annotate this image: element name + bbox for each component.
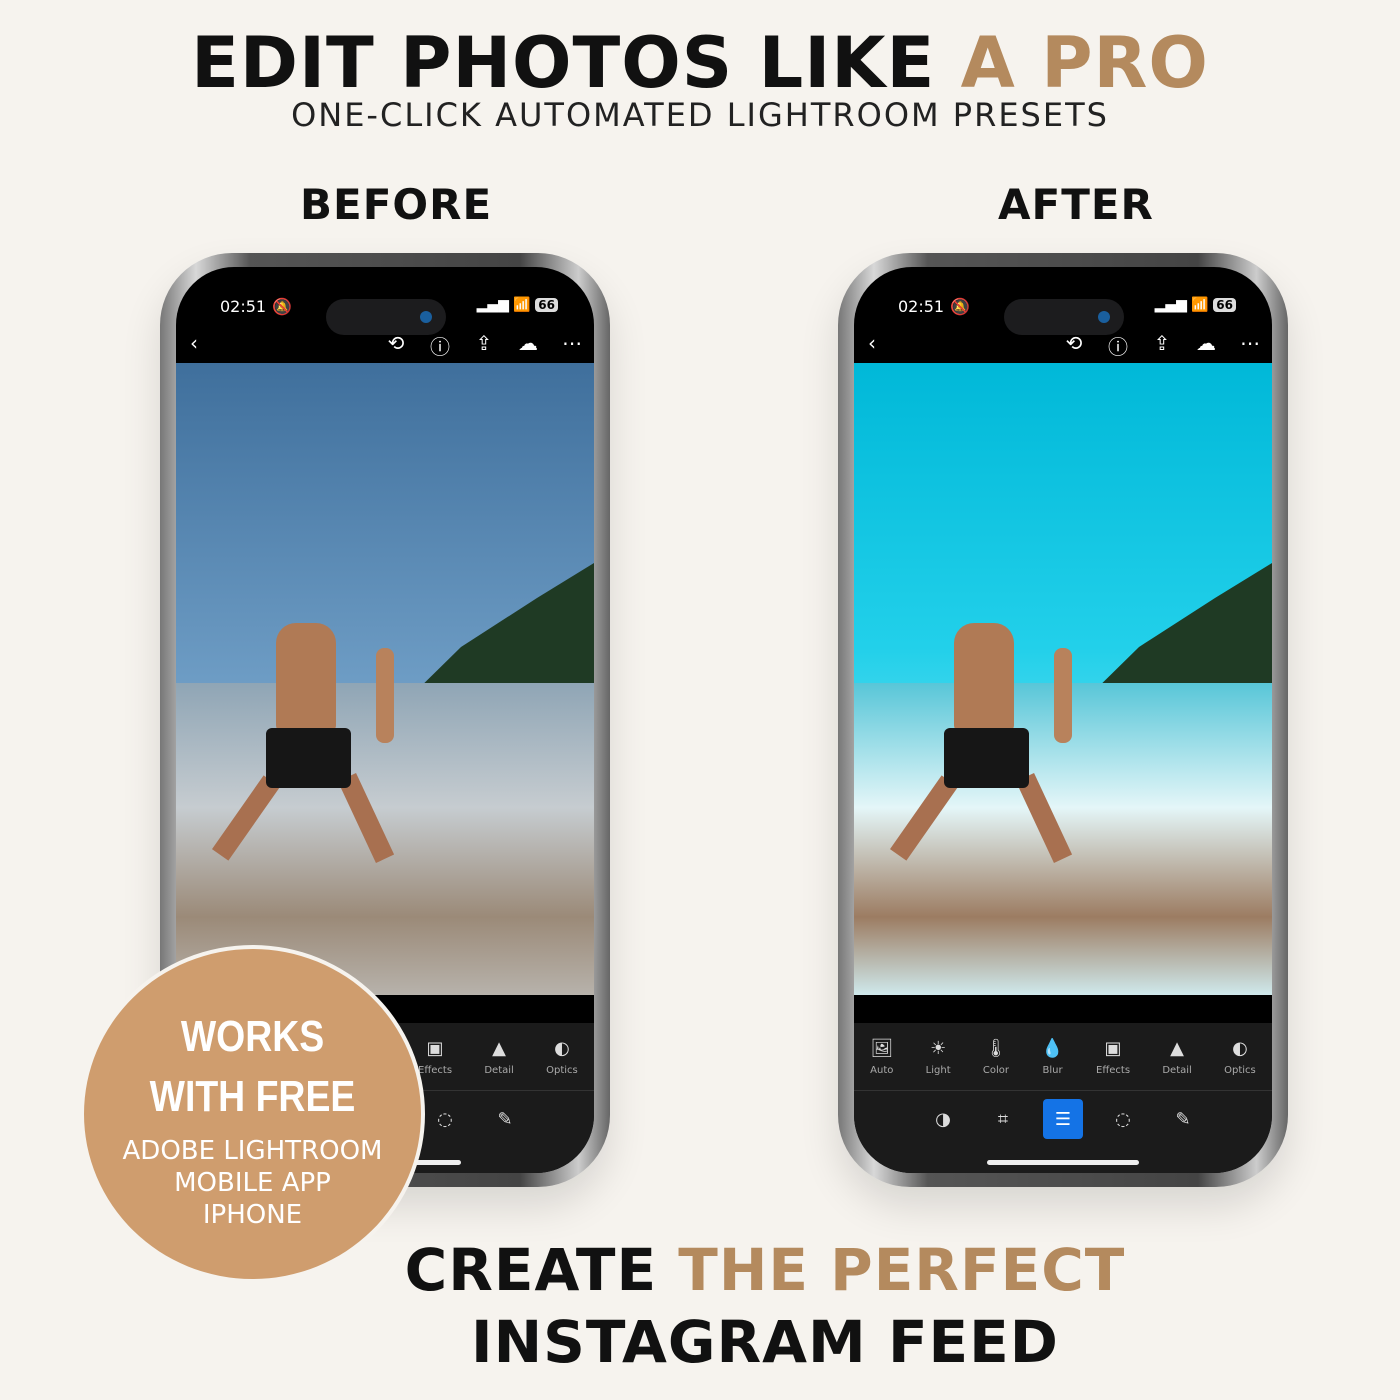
- tool-label: Light: [925, 1064, 951, 1076]
- auto-icon: 🖼: [870, 1037, 894, 1059]
- badge-line1: WORKS: [180, 1012, 325, 1061]
- healing-icon[interactable]: ✎: [485, 1099, 525, 1139]
- camera-icon: [420, 311, 432, 323]
- help-icon[interactable]: ⓘ: [428, 331, 452, 360]
- more-icon[interactable]: ⋯: [1238, 331, 1262, 360]
- tool-detail[interactable]: ▲ Detail: [1162, 1038, 1191, 1076]
- bell-muted-icon: 🔕: [950, 297, 970, 316]
- photo-man: [889, 603, 1073, 873]
- tool-label: Optics: [1224, 1064, 1256, 1076]
- battery-icon: 66: [1213, 298, 1236, 312]
- tool-label: Blur: [1042, 1064, 1063, 1076]
- headline-part1: EDIT PHOTOS LIKE: [191, 22, 961, 104]
- wifi-icon: 📶: [513, 297, 531, 313]
- tool-light[interactable]: ☀ Light: [926, 1038, 951, 1076]
- lightroom-toolbar: ‹ ⟲ ⓘ ⇪ ☁ ⋯: [176, 331, 594, 361]
- drop-icon: 💧: [1041, 1037, 1064, 1059]
- back-icon[interactable]: ‹: [190, 331, 198, 355]
- tool-label: Effects: [1096, 1064, 1131, 1076]
- photo: [176, 363, 594, 995]
- after-label: AFTER: [998, 180, 1154, 229]
- dynamic-island: [326, 299, 446, 335]
- footer-line1: CREATE THE PERFECT: [330, 1236, 1200, 1304]
- subheadline: ONE-CLICK AUTOMATED LIGHTROOM PRESETS: [291, 96, 1109, 134]
- badge-line2: WITH FREE: [149, 1072, 356, 1121]
- adjust-icon[interactable]: ☰: [1043, 1099, 1083, 1139]
- tool-detail[interactable]: ▲ Detail: [484, 1038, 513, 1076]
- tool-optics[interactable]: ◐ Optics: [1224, 1038, 1256, 1076]
- lens-icon: ◐: [554, 1037, 570, 1059]
- signal-icon: ▂▄▆: [1154, 297, 1187, 313]
- headline-accent: A PRO: [960, 22, 1209, 104]
- more-icon[interactable]: ⋯: [560, 331, 584, 360]
- vignette-icon: ▣: [426, 1037, 444, 1059]
- phone-after: 02:51 🔕 ▂▄▆ 📶 66 ‹ ⟲ ⓘ ⇪ ☁ ⋯ 🖼 Auto ☀ Ligh…: [838, 253, 1288, 1187]
- badge-line4: MOBILE APP: [174, 1168, 331, 1198]
- tool-label: Color: [982, 1064, 1010, 1076]
- tool-color[interactable]: 🌡 Color: [983, 1038, 1009, 1076]
- tool-blur[interactable]: 💧 Blur: [1041, 1038, 1063, 1076]
- cloud-sync-icon[interactable]: ☁: [516, 331, 540, 360]
- history-icon[interactable]: ⟲: [384, 331, 408, 360]
- status-bar: 02:51 🔕 ▂▄▆ 📶 66: [854, 289, 1272, 335]
- home-indicator[interactable]: [987, 1160, 1139, 1165]
- tool-label: Optics: [546, 1064, 578, 1076]
- lens-icon: ◐: [1232, 1037, 1248, 1059]
- edit-tools: 🖼 Auto ☀ Light 🌡 Color 💧 Blur ▣ Effects ▲ Deta…: [854, 1023, 1272, 1091]
- footer-line2: INSTAGRAM FEED: [471, 1308, 1059, 1376]
- crop-icon[interactable]: ⌗: [983, 1099, 1023, 1139]
- triangle-icon: ▲: [1170, 1037, 1184, 1059]
- lightroom-toolbar: ‹ ⟲ ⓘ ⇪ ☁ ⋯: [854, 331, 1272, 361]
- photo-man: [211, 603, 395, 873]
- signal-icon: ▂▄▆: [476, 297, 509, 313]
- status-icons: ▂▄▆ 📶 66: [1155, 297, 1236, 313]
- tool-label: Detail: [484, 1064, 514, 1076]
- tool-optics[interactable]: ◐ Optics: [546, 1038, 578, 1076]
- history-icon[interactable]: ⟲: [1062, 331, 1086, 360]
- triangle-icon: ▲: [492, 1037, 506, 1059]
- footer-part1: CREATE: [404, 1236, 679, 1304]
- sun-icon: ☀: [930, 1037, 947, 1059]
- photo: [854, 363, 1272, 995]
- thermometer-icon: 🌡: [984, 1037, 1008, 1059]
- camera-icon: [1098, 311, 1110, 323]
- share-icon[interactable]: ⇪: [472, 331, 496, 360]
- masking-icon[interactable]: ◌: [425, 1099, 465, 1139]
- headline: EDIT PHOTOS LIKE A PRO: [0, 22, 1400, 104]
- phone-screen: 02:51 🔕 ▂▄▆ 📶 66 ‹ ⟲ ⓘ ⇪ ☁ ⋯ 🖼 Auto ☀ Ligh…: [854, 267, 1272, 1173]
- tool-label: Effects: [418, 1064, 453, 1076]
- healing-icon[interactable]: ✎: [1163, 1099, 1203, 1139]
- tool-effects[interactable]: ▣ Effects: [418, 1038, 452, 1076]
- compatibility-badge: WORKS WITH FREE ADOBE LIGHTROOM MOBILE APP…: [80, 945, 425, 1283]
- footer-accent: THE PERFECT: [678, 1236, 1126, 1304]
- dynamic-island: [1004, 299, 1124, 335]
- status-time: 02:51: [220, 297, 267, 316]
- tool-label: Detail: [1162, 1064, 1192, 1076]
- presets-icon[interactable]: ◑: [923, 1099, 963, 1139]
- tool-effects[interactable]: ▣ Effects: [1096, 1038, 1130, 1076]
- share-icon[interactable]: ⇪: [1150, 331, 1174, 360]
- badge-line5: IPHONE: [202, 1200, 303, 1230]
- status-time: 02:51: [898, 297, 945, 316]
- vignette-icon: ▣: [1104, 1037, 1122, 1059]
- tool-auto[interactable]: 🖼 Auto: [870, 1038, 893, 1076]
- before-label: BEFORE: [300, 180, 493, 229]
- badge-line3: ADOBE LIGHTROOM: [122, 1136, 383, 1166]
- help-icon[interactable]: ⓘ: [1106, 331, 1130, 360]
- bell-muted-icon: 🔕: [272, 297, 292, 316]
- status-bar: 02:51 🔕 ▂▄▆ 📶 66: [176, 289, 594, 335]
- wifi-icon: 📶: [1191, 297, 1209, 313]
- cloud-sync-icon[interactable]: ☁: [1194, 331, 1218, 360]
- battery-icon: 66: [535, 298, 558, 312]
- status-icons: ▂▄▆ 📶 66: [477, 297, 558, 313]
- masking-icon[interactable]: ◌: [1103, 1099, 1143, 1139]
- tool-label: Auto: [870, 1064, 894, 1076]
- back-icon[interactable]: ‹: [868, 331, 876, 355]
